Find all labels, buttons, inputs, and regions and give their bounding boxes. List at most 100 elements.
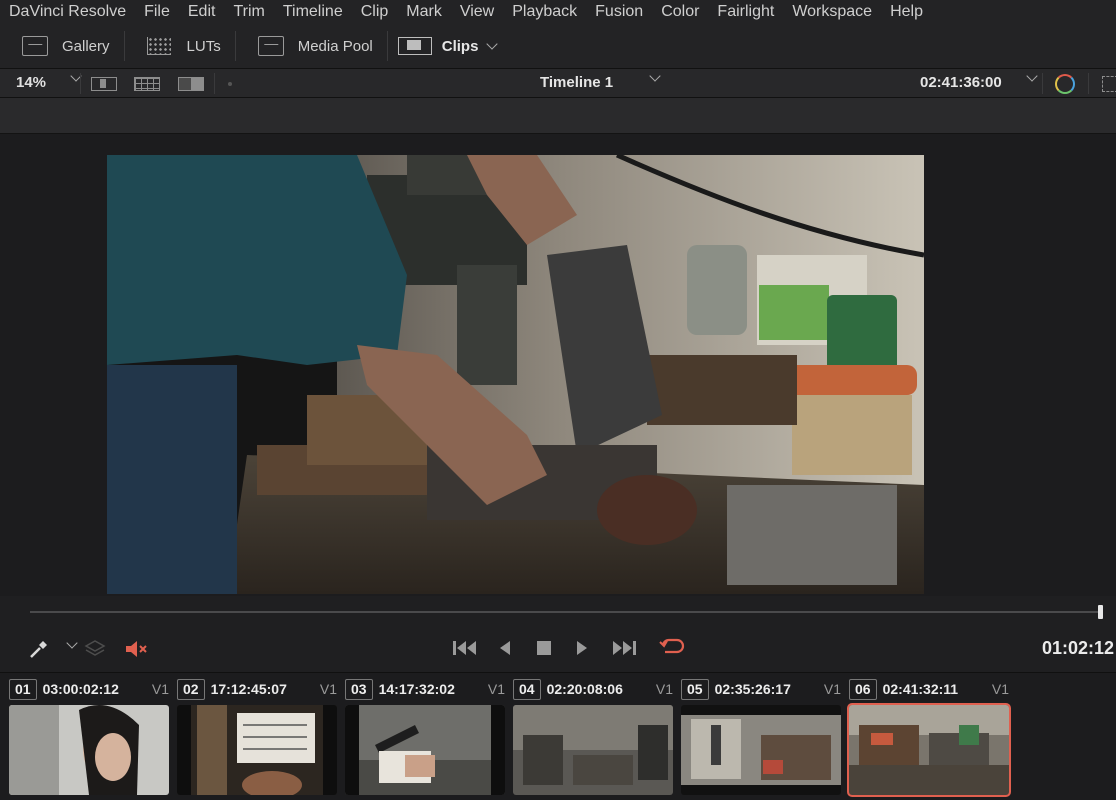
clip-thumbnail[interactable]: 03 14:17:32:02 V1 [345,673,505,800]
media-pool-icon [257,36,284,56]
picker-icon[interactable] [28,638,50,660]
menu-davinci-resolve[interactable]: DaVinci Resolve [9,3,126,21]
fullscreen-icon[interactable] [1102,76,1116,92]
highlight-dot-icon[interactable] [228,82,232,86]
chevron-down-icon [486,37,499,50]
clip-header: 03 14:17:32:02 V1 [345,678,505,700]
clip-thumbnail-selected[interactable]: 06 02:41:32:11 V1 [847,673,1011,800]
luts-label: LUTs [186,37,221,55]
clip-thumbnail[interactable]: 01 03:00:02:12 V1 [9,673,169,800]
gallery-label: Gallery [62,37,110,55]
single-viewer-icon[interactable] [91,77,117,91]
gallery-button[interactable]: Gallery [0,24,124,68]
clip-image[interactable] [681,705,841,795]
header-divider [80,73,81,94]
clip-timecode: 02:20:08:06 [546,681,623,697]
reverse-play-icon[interactable] [497,638,513,658]
loop-icon[interactable] [657,636,685,660]
clip-track: V1 [487,681,505,697]
clip-header: 02 17:12:45:07 V1 [177,678,337,700]
color-wheel-icon[interactable] [1055,74,1075,94]
clip-timecode: 02:41:32:11 [882,681,959,697]
clip-number: 04 [513,678,541,700]
viewer-subheader [0,98,1116,134]
clip-image[interactable] [345,705,505,795]
menu-file[interactable]: File [144,3,170,21]
header-divider [1088,73,1089,94]
clip-number: 03 [345,678,373,700]
menu-fusion[interactable]: Fusion [595,3,643,21]
picker-chevron-down-icon[interactable] [66,637,78,649]
viewer-timecode: 02:41:36:00 [920,74,1002,91]
timeline-chevron-down-icon[interactable] [649,70,661,82]
header-divider [214,73,215,94]
clips-label: Clips [441,37,479,55]
menu-workspace[interactable]: Workspace [792,3,872,21]
clip-thumbnail[interactable]: 05 02:35:26:17 V1 [681,673,841,800]
transport-bar: 01:02:12 [0,596,1116,672]
clip-header: 01 03:00:02:12 V1 [9,678,169,700]
menu-fairlight[interactable]: Fairlight [717,3,774,21]
viewer-panel [0,134,1116,596]
clip-timecode: 14:17:32:02 [378,681,455,697]
clip-track: V1 [319,681,337,697]
gallery-grid-icon[interactable] [134,77,160,91]
media-pool-button[interactable]: Media Pool [236,24,387,68]
panel-toolbar: Gallery LUTs Media Pool Clips [0,24,1116,69]
menu-view[interactable]: View [460,3,494,21]
clip-number: 01 [9,678,37,700]
clip-number: 06 [849,678,877,700]
clip-header: 04 02:20:08:06 V1 [513,678,673,700]
zoom-level[interactable]: 14% [16,74,46,91]
menu-mark[interactable]: Mark [406,3,442,21]
clip-timecode: 17:12:45:07 [210,681,287,697]
menu-playback[interactable]: Playback [512,3,577,21]
clips-button[interactable]: Clips [388,24,511,68]
menu-edit[interactable]: Edit [188,3,216,21]
layers-icon[interactable] [84,638,106,660]
split-wipe-icon[interactable] [178,77,204,91]
clip-number: 02 [177,678,205,700]
clips-icon [397,37,432,55]
luts-icon [146,37,171,55]
clip-thumbnail[interactable]: 02 17:12:45:07 V1 [177,673,337,800]
clip-image[interactable] [513,705,673,795]
clip-strip: 01 03:00:02:12 V1 02 17:12:45:07 V1 03 1… [0,672,1116,800]
menu-clip[interactable]: Clip [361,3,389,21]
jump-start-icon[interactable] [451,638,479,658]
timecode-chevron-down-icon[interactable] [1026,70,1038,82]
workshop-frame-image [107,155,924,594]
scrubber-track[interactable] [30,611,1102,613]
mute-icon[interactable] [124,638,150,660]
clip-timecode: 03:00:02:12 [42,681,119,697]
gallery-icon [22,36,48,56]
clip-header: 05 02:35:26:17 V1 [681,678,841,700]
media-pool-label: Media Pool [297,37,373,55]
clip-thumbnail[interactable]: 04 02:20:08:06 V1 [513,673,673,800]
clip-image[interactable] [847,703,1011,797]
viewer-frame[interactable] [107,155,924,594]
menu-timeline[interactable]: Timeline [283,3,343,21]
stop-icon[interactable] [535,639,553,657]
clip-track: V1 [151,681,169,697]
timeline-title[interactable]: Timeline 1 [540,74,613,91]
playback-timecode: 01:02:12 [1042,638,1115,658]
clip-image[interactable] [177,705,337,795]
header-divider [1042,73,1043,94]
clip-timecode: 02:35:26:17 [714,681,791,697]
menu-help[interactable]: Help [890,3,923,21]
clip-track: V1 [823,681,841,697]
menu-color[interactable]: Color [661,3,699,21]
viewer-header: 14% Timeline 1 02:41:36:00 [0,69,1116,98]
play-icon[interactable] [574,638,590,658]
luts-button[interactable]: LUTs [125,24,235,68]
jump-end-icon[interactable] [610,638,638,658]
playhead[interactable] [1098,605,1103,619]
clip-track: V1 [991,681,1009,697]
clip-track: V1 [655,681,673,697]
clip-header: 06 02:41:32:11 V1 [849,678,1009,700]
menu-trim[interactable]: Trim [233,3,264,21]
clip-image[interactable] [9,705,169,795]
clip-number: 05 [681,678,709,700]
menu-bar: DaVinci Resolve File Edit Trim Timeline … [0,0,1116,24]
